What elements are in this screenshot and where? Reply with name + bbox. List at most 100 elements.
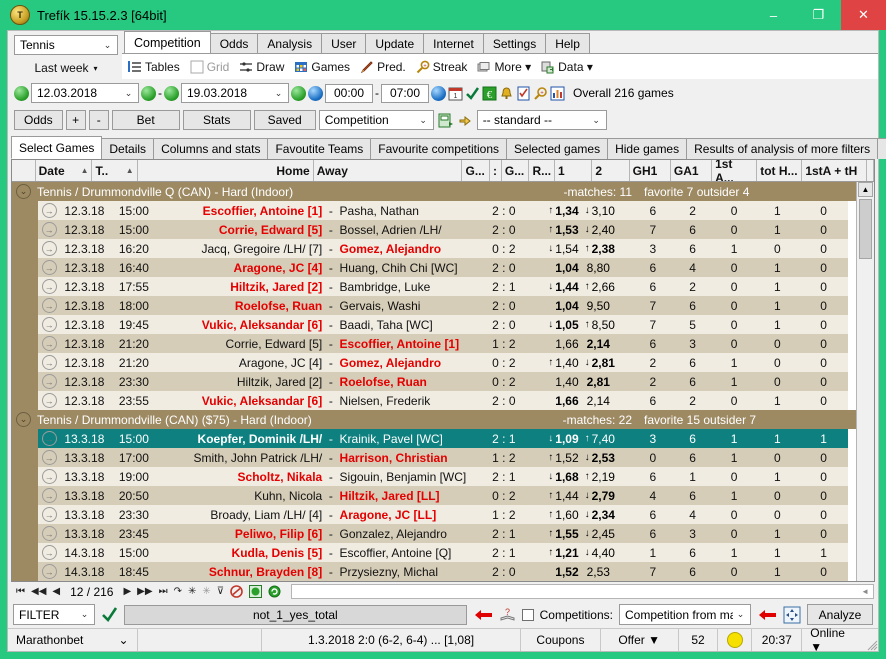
collapse-icon[interactable]: ⌄ [16, 184, 31, 199]
row-expand-cell[interactable]: → [38, 353, 60, 372]
arrow-right-icon[interactable]: → [42, 260, 57, 275]
row-expand-cell[interactable]: → [38, 201, 60, 220]
check-green-icon[interactable] [465, 86, 480, 101]
row-expand-cell[interactable]: → [38, 505, 60, 524]
inner-tab-results-of-analysis-of-more-filters[interactable]: Results of analysis of more filters [686, 138, 878, 159]
row-expand-cell[interactable]: → [38, 448, 60, 467]
table-row[interactable]: →12.3.1816:20Jacq, Gregoire /LH/ [7]-Gom… [12, 239, 856, 258]
arrow-right-icon[interactable]: → [42, 279, 57, 294]
table-row[interactable]: →13.3.1817:00Smith, John Patrick /LH/-Ha… [12, 448, 856, 467]
grid-column-header-time[interactable]: T..▲ [92, 160, 137, 181]
ribbon-games-button[interactable]: Games [294, 60, 350, 74]
calendar-icon[interactable]: 1 [448, 86, 463, 101]
online-button[interactable]: Online ▼ [802, 629, 864, 651]
arrow-right-icon[interactable]: → [42, 545, 57, 560]
inner-tab-details[interactable]: Details [101, 138, 154, 159]
competitions-select[interactable]: Competition from main winc ⌄ [619, 604, 751, 625]
reload-circle-icon[interactable] [268, 585, 281, 598]
competitions-checkbox[interactable] [522, 609, 534, 621]
arrow-right-icon[interactable]: → [42, 507, 57, 522]
menu-tab-analysis[interactable]: Analysis [257, 33, 322, 53]
arrow-right-icon[interactable]: → [42, 222, 57, 237]
arrow-right-icon[interactable]: → [42, 450, 57, 465]
grid-column-header-gh1[interactable]: GH1 [630, 160, 671, 181]
row-expand-cell[interactable]: → [38, 277, 60, 296]
row-expand-cell[interactable]: → [38, 296, 60, 315]
grid-column-header-away[interactable]: Away [314, 160, 463, 181]
star-outline-icon[interactable]: ✳ [202, 586, 210, 597]
arrow-right-icon[interactable]: → [42, 355, 57, 370]
filter-icon[interactable]: ⊽ [217, 586, 224, 597]
table-row[interactable]: →12.3.1815:00Escoffier, Antoine [1]-Pash… [12, 201, 856, 220]
group-by-select[interactable]: Competition ⌄ [319, 110, 434, 130]
row-expand-cell[interactable]: → [38, 562, 60, 581]
bell-icon[interactable] [499, 86, 514, 101]
table-row[interactable]: →13.3.1815:00Koepfer, Dominik /LH/-Krain… [12, 429, 856, 448]
table-row[interactable]: →14.3.1818:45Schnur, Brayden [8]-Przysie… [12, 562, 856, 581]
star-icon[interactable]: ✳ [188, 586, 196, 597]
nav-next-icon[interactable]: ▶ [123, 586, 131, 597]
row-expand-cell[interactable]: → [38, 543, 60, 562]
arrow-right-icon[interactable]: → [42, 374, 57, 389]
euro-icon[interactable]: € [482, 86, 497, 101]
arrow-right-icon[interactable]: → [42, 564, 57, 579]
grid-column-header-sum[interactable]: 1stA + tH [802, 160, 867, 181]
inner-tab-select-games[interactable]: Select Games [11, 136, 102, 159]
maximize-button[interactable]: ❐ [796, 0, 841, 30]
date-from-input[interactable]: 12.03.2018 ⌄ [31, 83, 139, 103]
arrow-right-icon[interactable]: → [42, 203, 57, 218]
minimize-button[interactable]: – [751, 0, 796, 30]
table-row[interactable]: →12.3.1818:00Roelofse, Ruan-Gervais, Was… [12, 296, 856, 315]
help-book-icon[interactable]: ? [499, 606, 516, 623]
row-expand-cell[interactable]: → [38, 524, 60, 543]
coupons-button[interactable]: Coupons [521, 629, 601, 651]
time-to-input[interactable]: 07:00 [381, 84, 429, 103]
nav-prev-icon[interactable]: ◀ [52, 586, 60, 597]
arrow-left-green-icon-2[interactable] [164, 86, 179, 101]
menu-tab-help[interactable]: Help [545, 33, 590, 53]
arrow-right-icon[interactable]: → [42, 526, 57, 541]
move-icon[interactable] [783, 606, 801, 624]
table-row[interactable]: →12.3.1815:00Corrie, Edward [5]-Bossel, … [12, 220, 856, 239]
table-row[interactable]: →12.3.1823:30Hiltzik, Jared [2]-Roelofse… [12, 372, 856, 391]
sport-select[interactable]: Tennis ⌄ [14, 35, 118, 55]
row-expand-cell[interactable]: → [38, 372, 60, 391]
table-row[interactable]: →12.3.1819:45Vukic, Aleksandar [6]-Baadi… [12, 315, 856, 334]
arrow-left-green-icon[interactable] [14, 86, 29, 101]
magnifier-plus-icon[interactable]: + [533, 86, 548, 101]
hand-pointer-icon[interactable] [457, 112, 474, 129]
row-expand-cell[interactable]: → [38, 258, 60, 277]
table-row[interactable]: →12.3.1816:40Aragone, JC [4]-Huang, Chih… [12, 258, 856, 277]
nav-last-icon[interactable]: ⏭ [159, 586, 168, 597]
nav-prev-page-icon[interactable]: ◀◀ [31, 586, 46, 597]
table-row[interactable]: →12.3.1821:20Corrie, Edward [5]-Escoffie… [12, 334, 856, 353]
arrow-right-icon[interactable]: → [42, 317, 57, 332]
cancel-icon[interactable] [230, 585, 243, 598]
arrow-right-icon[interactable]: → [42, 336, 57, 351]
row-expand-cell[interactable]: → [38, 334, 60, 353]
odds-button[interactable]: Odds [14, 110, 63, 130]
analyze-button[interactable]: Analyze [807, 604, 873, 625]
inner-tab-more[interactable]: More [877, 138, 886, 159]
form-check-icon[interactable] [516, 86, 531, 101]
nav-next-page-icon[interactable]: ▶▶ [137, 586, 152, 597]
clock-back-icon[interactable] [308, 86, 323, 101]
arrow-left-red-icon-2[interactable] [757, 607, 777, 623]
grid-column-header-gh[interactable]: G... [462, 160, 490, 181]
row-expand-cell[interactable]: → [38, 220, 60, 239]
grid-column-header-date[interactable]: Date▲ [36, 160, 93, 181]
refresh-icon[interactable]: ↷ [174, 586, 182, 597]
close-button[interactable]: ✕ [841, 0, 886, 30]
table-row[interactable]: →13.3.1823:30Broady, Liam /LH/ [4]-Arago… [12, 505, 856, 524]
arrow-right-icon[interactable]: → [42, 431, 57, 446]
row-expand-cell[interactable]: → [38, 315, 60, 334]
grid-column-header-ga[interactable]: G... [502, 160, 530, 181]
table-row[interactable]: →12.3.1823:55Vukic, Aleksandar [6]-Niels… [12, 391, 856, 410]
time-from-input[interactable]: 00:00 [325, 84, 373, 103]
date-to-input[interactable]: 19.03.2018 ⌄ [181, 83, 289, 103]
check-green-icon[interactable] [101, 606, 118, 623]
grid-column-header-o1[interactable]: 1 [555, 160, 592, 181]
scroll-up-button[interactable]: ▲ [858, 182, 873, 197]
table-row[interactable]: →13.3.1823:45Peliwo, Filip [6]-Gonzalez,… [12, 524, 856, 543]
collapse-icon[interactable]: ⌄ [16, 412, 31, 427]
